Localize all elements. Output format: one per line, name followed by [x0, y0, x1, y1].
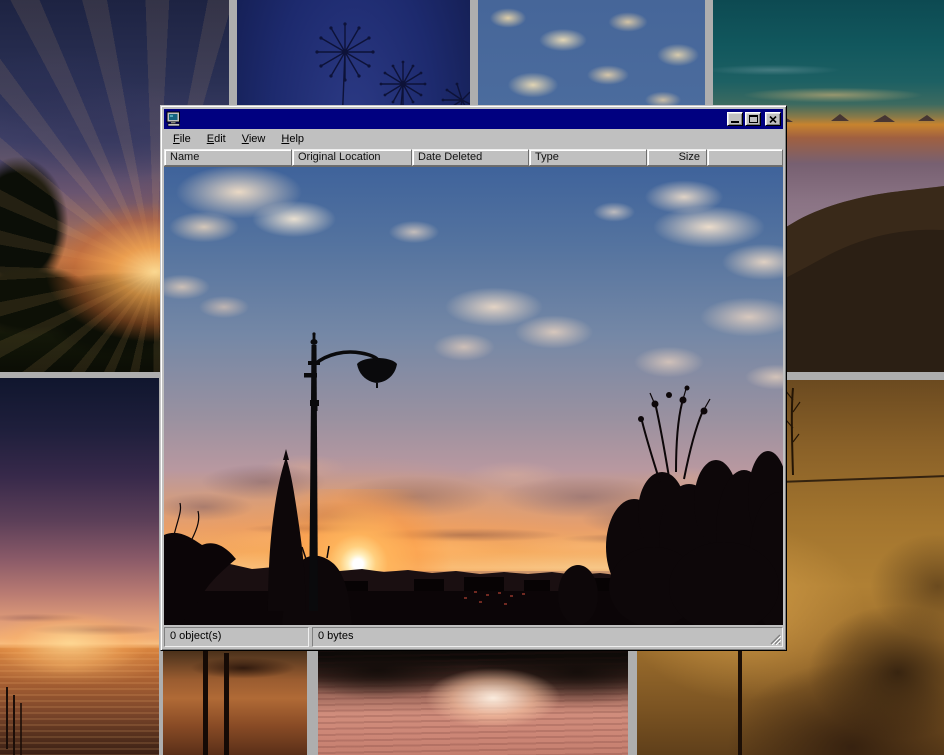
lake-sticks	[6, 687, 8, 749]
menu-item-edit[interactable]: Edit	[199, 131, 234, 148]
minimize-button[interactable]	[727, 112, 743, 126]
column-header-size[interactable]: Size	[647, 149, 707, 166]
resize-grip[interactable]	[768, 632, 781, 645]
column-header-row: Name Original Location Date Deleted Type…	[164, 149, 783, 166]
menu-item-help[interactable]: Help	[273, 131, 312, 148]
status-bar: 0 object(s) 0 bytes	[164, 627, 783, 647]
lake-water	[0, 646, 159, 755]
menu-item-file[interactable]: File	[165, 131, 199, 148]
column-header-date-deleted[interactable]: Date Deleted	[412, 149, 529, 166]
column-header-name[interactable]: Name	[164, 149, 292, 166]
menu-bar: File Edit View Help	[164, 130, 783, 149]
menu-item-view[interactable]: View	[234, 131, 274, 148]
status-total-size: 0 bytes	[312, 627, 783, 647]
wallpaper-lake-dusk-photo	[0, 378, 159, 755]
column-header-original-location[interactable]: Original Location	[292, 149, 412, 166]
desktop: { "window": { "title": "", "menu": [ {"k…	[0, 0, 944, 755]
column-header-filler	[707, 149, 783, 166]
maximize-button[interactable]	[745, 112, 761, 126]
close-button[interactable]	[765, 112, 781, 126]
column-header-type[interactable]: Type	[529, 149, 647, 166]
status-object-count: 0 object(s)	[164, 627, 309, 647]
minimize-icon	[731, 121, 739, 123]
maximize-icon	[749, 115, 758, 123]
water-pole	[203, 650, 208, 755]
close-icon	[769, 116, 777, 123]
file-list-viewport[interactable]	[164, 166, 783, 625]
thin-pole	[738, 648, 742, 755]
title-bar[interactable]	[164, 109, 783, 129]
recycle-bin-window: File Edit View Help Name Original Locati…	[160, 105, 787, 651]
sunset-photo-silhouettes	[164, 167, 783, 625]
my-computer-icon[interactable]	[166, 111, 182, 127]
